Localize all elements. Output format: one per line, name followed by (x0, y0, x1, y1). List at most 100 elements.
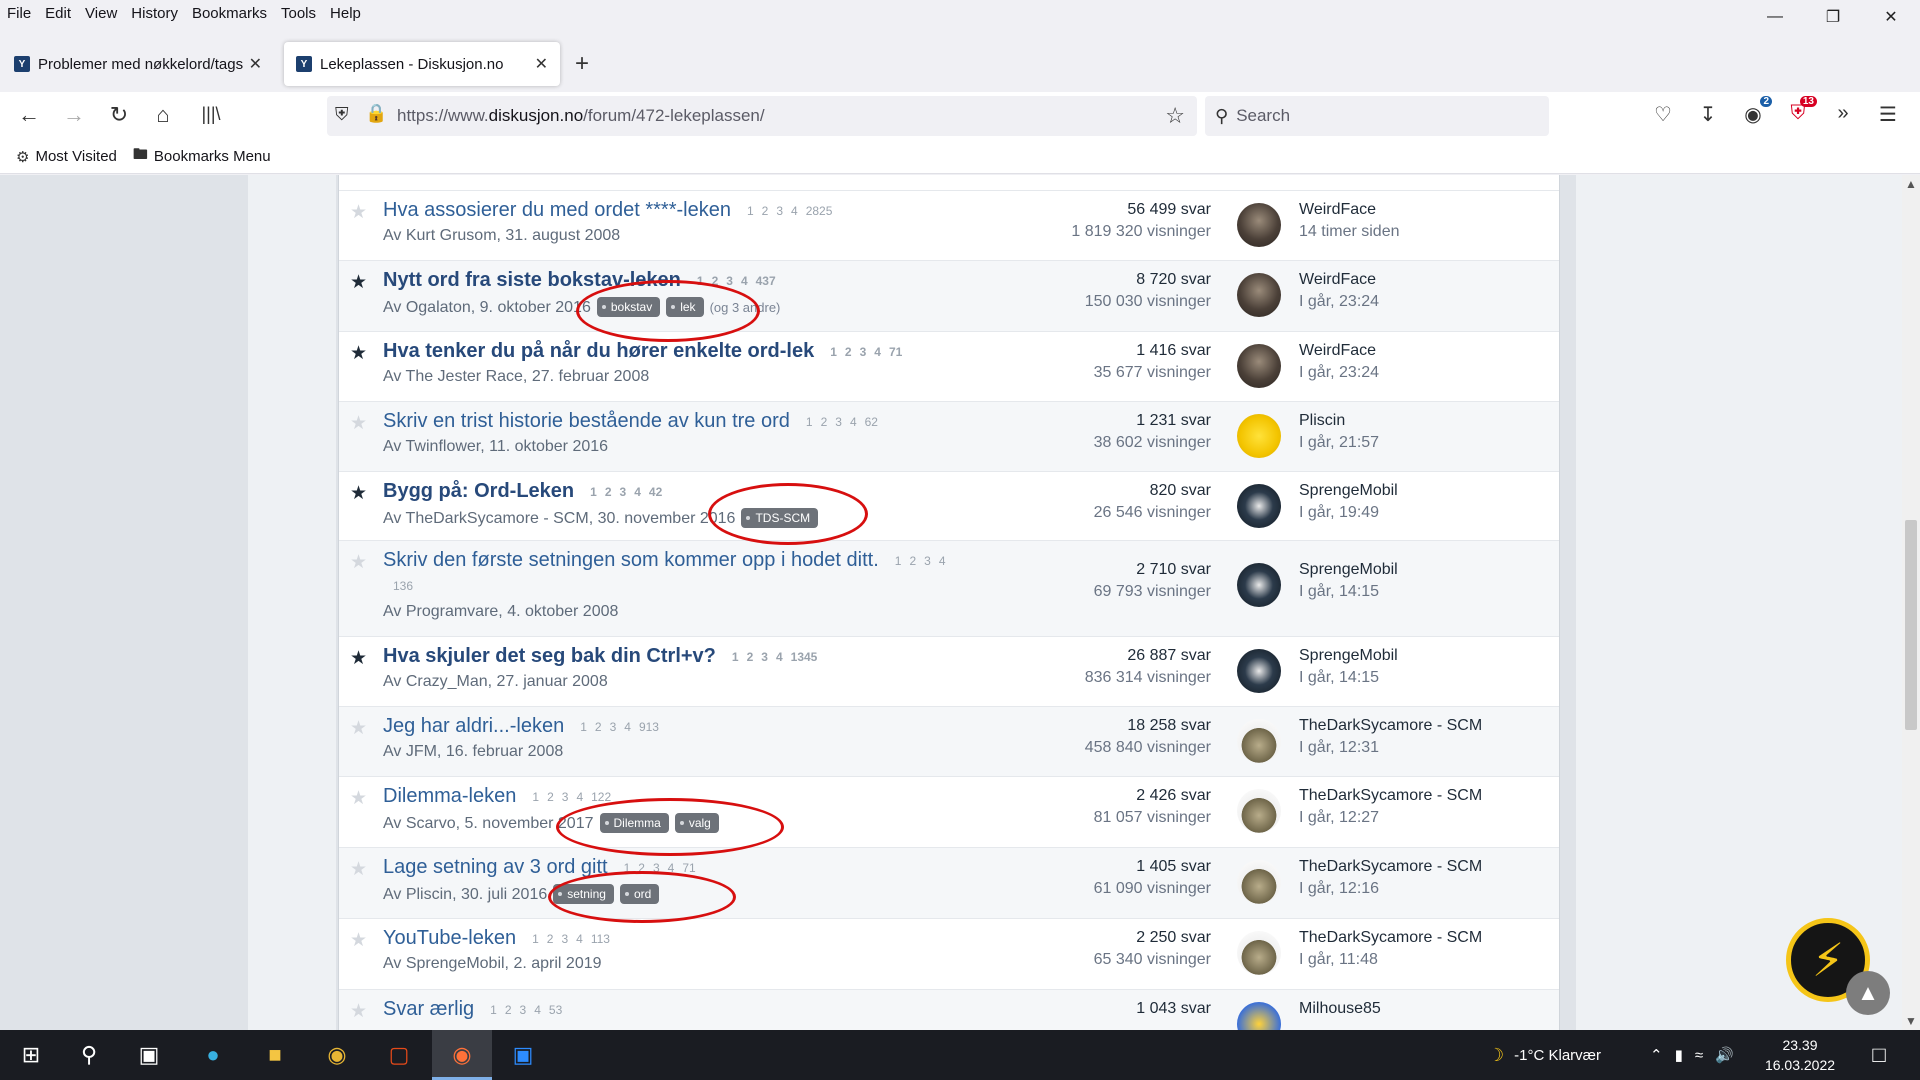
page-link[interactable]: 2 (712, 274, 719, 288)
topic-row[interactable]: ★ Lage setning av 3 ord gitt 1 2 3 4 71 Av Plis… (339, 848, 1559, 919)
avatar[interactable] (1237, 789, 1281, 833)
firefox-taskbar-button[interactable]: ◉ (432, 1030, 492, 1080)
last-post-time[interactable]: I går, 21:57 (1299, 434, 1379, 452)
page-link[interactable]: 437 (756, 274, 776, 288)
lock-icon[interactable]: 🔒 (365, 103, 387, 124)
page-link[interactable]: 4 (776, 650, 783, 664)
page-link[interactable]: 3 (776, 204, 783, 218)
follow-star-icon[interactable]: ★ (350, 787, 367, 810)
last-post-time[interactable]: I går, 12:27 (1299, 809, 1482, 827)
page-link[interactable]: 1 (732, 650, 739, 664)
notification-icon[interactable]: □ (1862, 1038, 1896, 1072)
topic-row[interactable]: ★ Hva tenker du på når du hører enkelte o… (339, 332, 1559, 402)
page-link[interactable]: 1 (806, 415, 813, 429)
topic-row[interactable]: ★ Jeg har aldri...-leken 1 2 3 4 913 Av JFM, 16… (339, 707, 1559, 777)
topic-tag[interactable]: Dilemma (599, 813, 669, 833)
page-link[interactable]: 1 (532, 932, 539, 946)
office-icon[interactable]: ▢ (382, 1038, 416, 1072)
follow-star-icon[interactable]: ★ (350, 858, 367, 881)
last-post-user-link[interactable]: SprengeMobil (1299, 482, 1398, 500)
follow-star-icon[interactable]: ★ (350, 929, 367, 952)
chrome-icon[interactable]: ◉ (320, 1038, 354, 1072)
page-link[interactable]: 3 (610, 720, 617, 734)
ublock-shield-icon[interactable]: ⛨ 13 (1783, 96, 1817, 125)
url-bar[interactable]: ⛨ 🔒 https://www.diskusjon.no/forum/472-l… (327, 96, 1197, 136)
last-post-user-link[interactable]: TheDarkSycamore - SCM (1299, 717, 1482, 735)
page-link[interactable]: 3 (653, 861, 660, 875)
more-tags-link[interactable]: (og 3 andre) (710, 300, 781, 315)
reload-icon[interactable]: ↻ (104, 102, 134, 128)
follow-star-icon[interactable]: ★ (350, 647, 367, 670)
page-link[interactable]: 2 (747, 650, 754, 664)
edge-icon[interactable]: ● (196, 1038, 230, 1072)
minimize-button[interactable]: — (1746, 0, 1804, 34)
weather-widget[interactable]: ☽ -1°C Klarvær (1488, 1030, 1601, 1080)
topic-title-link[interactable]: Dilemma-leken 1 2 3 4 122 (383, 785, 615, 808)
page-link[interactable]: 4 (668, 861, 675, 875)
topic-title-link[interactable]: Skriv den første setningen som kommer op… (383, 549, 950, 572)
page-link[interactable]: 2825 (806, 204, 833, 218)
topic-title-link[interactable]: Skriv en trist historie bestående av kun… (383, 410, 882, 433)
extension-icon[interactable]: ◉ 2 (1738, 96, 1772, 127)
topic-row[interactable]: ★ Svar ærlig 1 2 3 4 53 1 043 svar Milhouse85 (339, 990, 1559, 1030)
page-link[interactable]: 3 (520, 1003, 527, 1017)
close-window-button[interactable]: ✕ (1862, 0, 1920, 34)
follow-star-icon[interactable]: ★ (350, 482, 367, 505)
page-link[interactable]: 2 (605, 485, 612, 499)
page-link[interactable]: 122 (591, 790, 611, 804)
topic-row[interactable]: ★ Skriv en trist historie bestående av ku… (339, 402, 1559, 472)
bookmark-most-visited[interactable]: ⚙ Most Visited (16, 148, 117, 166)
page-link[interactable]: 3 (562, 790, 569, 804)
page-link[interactable]: 71 (889, 345, 902, 359)
more-tools-chevron-icon[interactable]: » (1828, 102, 1858, 125)
page-link[interactable]: 2 (762, 204, 769, 218)
menu-bookmarks[interactable]: Bookmarks (186, 5, 273, 22)
follow-star-icon[interactable]: ★ (350, 342, 367, 365)
topic-title-link[interactable]: Lage setning av 3 ord gitt 1 2 3 4 71 (383, 856, 700, 879)
topic-row[interactable]: ★ Hva skjuler det seg bak din Ctrl+v? 1 2 3 4… (339, 637, 1559, 707)
last-post-time[interactable]: I går, 14:15 (1299, 669, 1398, 687)
page-link[interactable]: 1 (580, 720, 587, 734)
page-link[interactable]: 3 (924, 554, 931, 568)
avatar[interactable] (1237, 649, 1281, 693)
battery-icon[interactable]: ▮ (1675, 1046, 1683, 1064)
menu-tools[interactable]: Tools (275, 5, 322, 22)
topic-tag[interactable]: lek (666, 297, 704, 317)
scroll-up-icon[interactable]: ▲ (1902, 175, 1920, 193)
page-link[interactable]: 2 (547, 932, 554, 946)
topic-row[interactable]: ★ Bygg på: Ord-Leken 1 2 3 4 42 Av TheDarkSycam… (339, 472, 1559, 541)
menu-edit[interactable]: Edit (39, 5, 77, 22)
menu-history[interactable]: History (125, 5, 184, 22)
forward-arrow-icon[interactable]: → (59, 102, 89, 128)
topic-row[interactable]: ★ Hva assosierer du med ordet ****-leken 1… (339, 191, 1559, 261)
page-link[interactable]: 1 (697, 274, 704, 288)
last-post-user-link[interactable]: SprengeMobil (1299, 647, 1398, 665)
menu-help[interactable]: Help (324, 5, 367, 22)
last-post-user-link[interactable]: TheDarkSycamore - SCM (1299, 858, 1482, 876)
last-post-user-link[interactable]: WeirdFace (1299, 342, 1379, 360)
topic-title-link[interactable]: Hva skjuler det seg bak din Ctrl+v? 1 2 3 4 1… (383, 645, 821, 668)
bookmark-menu[interactable]: 🖿 Bookmarks Menu (133, 144, 271, 169)
scroll-to-top-button[interactable]: ▲ (1846, 971, 1890, 1015)
page-link[interactable]: 1 (624, 861, 631, 875)
tab-lekeplassen[interactable]: Y Lekeplassen - Diskusjon.no ✕ (284, 42, 560, 86)
close-tab-icon[interactable]: ✕ (249, 54, 262, 74)
last-post-user-link[interactable]: TheDarkSycamore - SCM (1299, 929, 1482, 947)
avatar[interactable] (1237, 414, 1281, 458)
page-link[interactable]: 1 (490, 1003, 497, 1017)
avatar[interactable] (1237, 931, 1281, 975)
page-link[interactable]: 136 (393, 579, 413, 593)
avatar[interactable] (1237, 860, 1281, 904)
last-post-user-link[interactable]: TheDarkSycamore - SCM (1299, 787, 1482, 805)
page-link[interactable]: 62 (865, 415, 878, 429)
page-link[interactable]: 4 (850, 415, 857, 429)
page-link[interactable]: 1345 (791, 650, 818, 664)
avatar[interactable] (1237, 273, 1281, 317)
scrollbar-thumb[interactable] (1905, 520, 1917, 730)
bookmark-star-icon[interactable]: ☆ (1165, 103, 1185, 129)
topic-tag[interactable]: valg (674, 813, 719, 833)
avatar[interactable] (1237, 484, 1281, 528)
last-post-user-link[interactable]: WeirdFace (1299, 271, 1379, 289)
topic-row[interactable]: ★ Dilemma-leken 1 2 3 4 122 Av Scarvo, 5. novem… (339, 777, 1559, 848)
page-link[interactable]: 4 (939, 554, 946, 568)
